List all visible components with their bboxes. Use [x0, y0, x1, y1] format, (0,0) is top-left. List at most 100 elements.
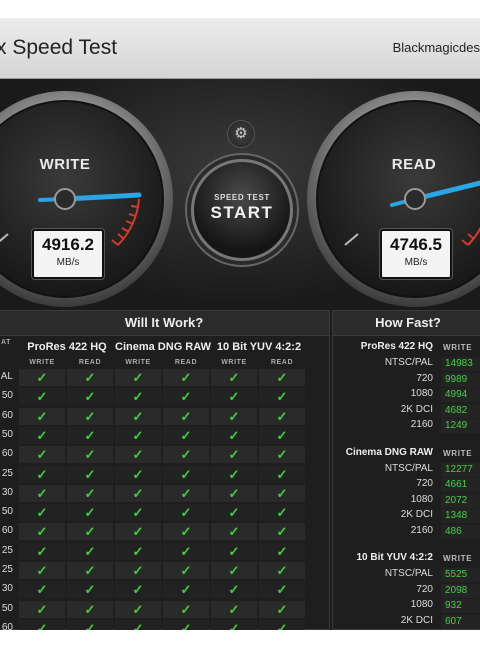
check-mark: ✓: [67, 581, 113, 599]
check-mark: ✓: [115, 600, 161, 618]
how-fast-row-value: 932: [441, 599, 480, 613]
check-mark: ✓: [259, 407, 305, 425]
brand-label: Blackmagicdes: [392, 40, 480, 55]
check-mark: ✓: [67, 426, 113, 444]
how-fast-row-label: 2160: [410, 524, 433, 536]
partial-column-header: AT: [0, 339, 11, 346]
read-gauge-label: READ: [391, 156, 437, 173]
check-mark: ✓: [259, 446, 305, 464]
how-fast-row-value: 4682: [441, 403, 480, 418]
row-label: AL: [0, 371, 13, 382]
how-fast-row-label: NTSC/PAL: [384, 568, 433, 579]
check-mark: ✓: [259, 600, 305, 618]
check-mark: ✓: [259, 581, 305, 599]
check-mark: ✓: [259, 619, 305, 630]
how-fast-row-label: 720: [416, 583, 433, 595]
check-mark: ✓: [67, 484, 113, 502]
check-mark: ✓: [67, 369, 113, 386]
how-fast-group-name: 10 Bit YUV 4:2:2: [356, 552, 433, 563]
check-mark: ✓: [67, 542, 113, 560]
check-mark: ✓: [163, 542, 209, 560]
check-mark: ✓: [259, 542, 305, 560]
check-mark: ✓: [115, 542, 161, 560]
start-button-label: START: [210, 203, 274, 222]
check-mark: ✓: [19, 388, 65, 406]
check-mark: ✓: [211, 600, 257, 618]
check-mark: ✓: [19, 465, 65, 483]
write-gauge-label: WRITE: [39, 156, 91, 173]
check-mark: ✓: [163, 426, 209, 444]
check-mark: ✓: [163, 484, 209, 502]
check-mark: ✓: [259, 523, 305, 541]
how-fast-row-value: 1249: [441, 419, 480, 433]
read-readout: 4746.5 MB/s: [380, 229, 452, 279]
check-mark: ✓: [115, 581, 161, 599]
check-mark: ✓: [163, 446, 209, 464]
how-fast-row-value: 4661: [441, 478, 480, 492]
write-readout: 4916.2 MB/s: [32, 229, 104, 279]
check-mark: ✓: [211, 369, 257, 386]
read-subheader: READ: [270, 359, 294, 366]
how-fast-group-name: ProRes 422 HQ: [360, 341, 433, 352]
how-fast-row-value: 5525: [441, 568, 480, 582]
how-fast-row-label: 1080: [410, 388, 433, 399]
how-fast-row-label: NTSC/PAL: [384, 357, 433, 368]
check-mark: ✓: [163, 465, 209, 483]
row-label: 25: [1, 564, 13, 575]
how-fast-row-value: 2072: [441, 493, 480, 508]
check-mark: ✓: [163, 562, 209, 579]
read-subheader: READ: [78, 359, 102, 366]
how-fast-row-label: 2K DCI: [400, 509, 433, 520]
check-mark: ✓: [211, 446, 257, 464]
read-subheader: READ: [174, 359, 198, 366]
how-fast-row-label: 2K DCI: [400, 614, 433, 626]
row-label: 25: [1, 467, 13, 479]
row-label: 50: [1, 506, 13, 518]
write-unit: MB/s: [56, 257, 80, 268]
how-fast-row-value: 607: [441, 614, 480, 629]
check-mark: ✓: [211, 426, 257, 444]
check-mark: ✓: [19, 504, 65, 522]
check-mark: ✓: [211, 542, 257, 560]
how-fast-row-value: 14983: [441, 357, 480, 371]
check-mark: ✓: [115, 426, 161, 444]
how-fast-row-value: 4994: [441, 388, 480, 402]
check-mark: ✓: [163, 600, 209, 618]
speed-test-start-button[interactable]: SPEED TEST START: [191, 159, 293, 261]
check-mark: ✓: [67, 619, 113, 630]
check-mark: ✓: [163, 523, 209, 541]
row-label: 50: [1, 390, 13, 402]
check-mark: ✓: [211, 581, 257, 599]
check-mark: ✓: [115, 504, 161, 522]
check-mark: ✓: [259, 484, 305, 502]
check-mark: ✓: [115, 484, 161, 502]
check-mark: ✓: [19, 562, 65, 579]
how-fast-row-label: 2K DCI: [400, 403, 433, 415]
check-mark: ✓: [259, 388, 305, 406]
format-column-header: ProRes 422 HQ: [27, 341, 107, 353]
row-label: 60: [1, 448, 13, 460]
row-label: 30: [1, 486, 13, 498]
check-mark: ✓: [67, 523, 113, 541]
title-bar: x Speed Test Blackmagicdes: [0, 18, 480, 79]
check-mark: ✓: [259, 504, 305, 522]
row-label: 30: [1, 583, 13, 595]
check-mark: ✓: [67, 600, 113, 618]
check-mark: ✓: [259, 465, 305, 483]
write-value: 4916.2: [42, 235, 94, 254]
check-mark: ✓: [67, 407, 113, 425]
check-mark: ✓: [259, 562, 305, 579]
check-mark: ✓: [163, 581, 209, 599]
check-mark: ✓: [259, 369, 305, 386]
check-mark: ✓: [211, 465, 257, 483]
how-fast-row-value: 9989: [441, 372, 480, 387]
check-mark: ✓: [211, 562, 257, 579]
how-fast-row-value: 486: [441, 524, 480, 539]
read-value: 4746.5: [390, 235, 442, 254]
check-mark: ✓: [19, 523, 65, 541]
gear-icon[interactable]: ⚙: [227, 120, 255, 148]
check-mark: ✓: [19, 542, 65, 560]
check-mark: ✓: [67, 504, 113, 522]
check-mark: ✓: [115, 407, 161, 425]
check-mark: ✓: [19, 446, 65, 464]
